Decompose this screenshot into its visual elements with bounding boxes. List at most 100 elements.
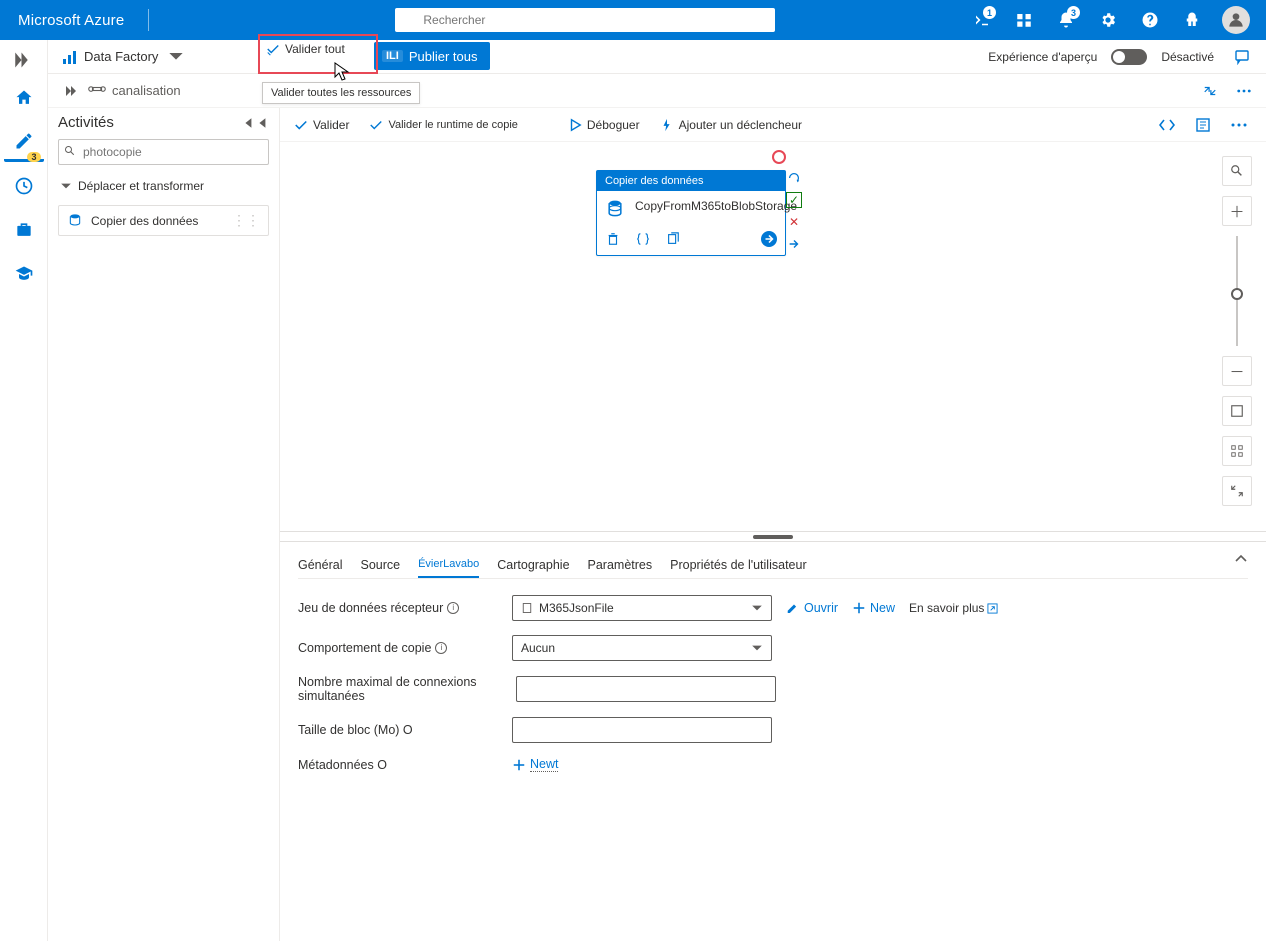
search-canvas-button[interactable] bbox=[1222, 156, 1252, 186]
canvas-toolbar: Valider Valider le runtime de copie Débo… bbox=[280, 108, 1266, 142]
failure-connector[interactable]: ✕ bbox=[786, 214, 802, 230]
block-size-label: Taille de bloc (Mo) O bbox=[298, 723, 498, 737]
zoom-slider[interactable] bbox=[1236, 236, 1238, 346]
breakpoint-marker[interactable] bbox=[772, 150, 786, 164]
settings-icon[interactable] bbox=[1088, 0, 1128, 40]
feedback-button[interactable] bbox=[1228, 43, 1256, 71]
completion-connector[interactable] bbox=[786, 236, 802, 252]
zoom-in-button[interactable]: ＋ bbox=[1222, 196, 1252, 226]
new-dataset-button[interactable]: New bbox=[852, 601, 895, 615]
notifications-icon[interactable]: 3 bbox=[1046, 0, 1086, 40]
feedback-icon[interactable] bbox=[1172, 0, 1212, 40]
property-tabs: Général Source ÉvierLavabo Cartographie … bbox=[298, 552, 1248, 579]
clone-icon[interactable] bbox=[665, 231, 681, 247]
properties-icon[interactable] bbox=[1190, 112, 1216, 138]
node-type-label: Copier des données bbox=[597, 171, 785, 191]
tab-sink[interactable]: ÉvierLavabo bbox=[418, 552, 479, 578]
global-search[interactable] bbox=[395, 8, 775, 32]
rail-collapse[interactable] bbox=[4, 46, 44, 74]
search-input[interactable] bbox=[395, 8, 775, 32]
tab-general[interactable]: Général bbox=[298, 552, 342, 578]
product-toolbar: Data Factory Valider tout Valider toutes… bbox=[48, 40, 1266, 74]
validate-all-button[interactable]: Valider tout bbox=[266, 42, 345, 56]
validate-tooltip: Valider toutes les ressources bbox=[262, 82, 420, 104]
preview-toggle[interactable] bbox=[1111, 49, 1147, 65]
product-selector[interactable]: Data Factory bbox=[62, 49, 184, 65]
product-label: Data Factory bbox=[84, 49, 158, 64]
sink-dataset-select[interactable]: M365JsonFile bbox=[512, 595, 772, 621]
activity-node-copy[interactable]: Copier des données CopyFromM365toBlobSto… bbox=[596, 170, 786, 256]
panel-resize-handle[interactable] bbox=[280, 531, 1266, 541]
zoom-out-button[interactable]: － bbox=[1222, 356, 1252, 386]
max-connections-input[interactable] bbox=[516, 676, 776, 702]
tab-parameters[interactable]: Paramètres bbox=[588, 552, 653, 578]
info-icon[interactable]: i bbox=[435, 642, 447, 654]
shell-badge: 1 bbox=[983, 6, 996, 19]
tab-source[interactable]: Source bbox=[360, 552, 400, 578]
chevron-down-icon bbox=[751, 602, 763, 614]
collapse-canvas-button[interactable] bbox=[1222, 476, 1252, 506]
chevron-down-icon bbox=[751, 642, 763, 654]
learn-more-link[interactable]: En savoir plus bbox=[909, 601, 998, 615]
code-view-icon[interactable] bbox=[1154, 112, 1180, 138]
brand-label[interactable]: Microsoft Azure bbox=[0, 12, 142, 29]
metadata-new-button[interactable]: Newt bbox=[512, 757, 558, 772]
section-move-transform[interactable]: Déplacer et transformer bbox=[58, 175, 269, 197]
account-avatar[interactable] bbox=[1222, 6, 1250, 34]
delete-icon[interactable] bbox=[605, 231, 621, 247]
notifications-badge: 3 bbox=[1067, 6, 1080, 19]
zoom-controls: ＋ － bbox=[1220, 156, 1254, 506]
tab-mapping[interactable]: Cartographie bbox=[497, 552, 569, 578]
left-rail: 3 bbox=[0, 40, 48, 941]
sink-dataset-label: Jeu de données récepteuri bbox=[298, 601, 498, 615]
more-icon[interactable] bbox=[1232, 79, 1256, 103]
breadcrumb-label[interactable]: canalisation bbox=[112, 83, 181, 98]
activities-collapse[interactable] bbox=[243, 117, 269, 129]
success-connector[interactable]: ✓ bbox=[786, 192, 802, 208]
publish-all-button[interactable]: ILI Publier tous bbox=[374, 42, 490, 70]
node-name: CopyFromM365toBlobStorage bbox=[635, 199, 797, 215]
add-trigger-button[interactable]: Ajouter un déclencheur bbox=[660, 118, 802, 132]
debug-button[interactable]: Déboguer bbox=[568, 118, 640, 132]
cloud-shell-icon[interactable]: 1 bbox=[962, 0, 1002, 40]
properties-panel: Général Source ÉvierLavabo Cartographie … bbox=[280, 541, 1266, 941]
pipeline-canvas[interactable]: Copier des données CopyFromM365toBlobSto… bbox=[280, 142, 1266, 531]
monitor-icon[interactable] bbox=[4, 166, 44, 206]
activities-search[interactable] bbox=[58, 139, 269, 165]
learning-icon[interactable] bbox=[4, 254, 44, 294]
author-icon[interactable]: 3 bbox=[4, 122, 44, 162]
directory-icon[interactable] bbox=[1004, 0, 1044, 40]
braces-icon[interactable] bbox=[635, 231, 651, 247]
collapse-panel-icon[interactable] bbox=[1234, 552, 1248, 569]
validate-button[interactable]: Valider bbox=[294, 118, 349, 132]
database-icon bbox=[605, 199, 625, 219]
block-size-input[interactable] bbox=[512, 717, 772, 743]
drag-handle-icon: ⋮⋮ bbox=[232, 212, 260, 229]
fit-screen-button[interactable] bbox=[1222, 396, 1252, 426]
validate-runtime-button[interactable]: Valider le runtime de copie bbox=[369, 118, 517, 132]
node-connectors: ✓ ✕ bbox=[786, 170, 802, 252]
help-icon[interactable] bbox=[1130, 0, 1170, 40]
home-icon[interactable] bbox=[4, 78, 44, 118]
max-connections-label: Nombre maximal de connexions simultanées bbox=[298, 675, 508, 703]
brand-divider bbox=[148, 9, 149, 31]
azure-header: Microsoft Azure 1 3 bbox=[0, 0, 1266, 40]
navigate-icon[interactable] bbox=[761, 231, 777, 247]
breadcrumb-expand[interactable] bbox=[58, 85, 82, 97]
open-dataset-button[interactable]: Ouvrir bbox=[786, 601, 838, 615]
preview-state: Désactivé bbox=[1161, 50, 1214, 64]
tab-user-properties[interactable]: Propriétés de l'utilisateur bbox=[670, 552, 806, 578]
manage-icon[interactable] bbox=[4, 210, 44, 250]
copy-behavior-select[interactable]: Aucun bbox=[512, 635, 772, 661]
copy-behavior-label: Comportement de copiei bbox=[298, 641, 498, 655]
activities-panel: Activités Déplacer et transformer bbox=[48, 108, 280, 941]
breadcrumb: canalisation bbox=[48, 74, 1266, 108]
info-icon[interactable]: i bbox=[447, 602, 459, 614]
snap-grid-button[interactable] bbox=[1222, 436, 1252, 466]
activities-search-input[interactable] bbox=[58, 139, 269, 165]
activity-copy-data[interactable]: Copier des données ⋮⋮ bbox=[58, 205, 269, 236]
file-icon bbox=[521, 602, 533, 614]
more-canvas-icon[interactable] bbox=[1226, 112, 1252, 138]
expand-canvas-icon[interactable] bbox=[1198, 79, 1222, 103]
retry-connector[interactable] bbox=[786, 170, 802, 186]
